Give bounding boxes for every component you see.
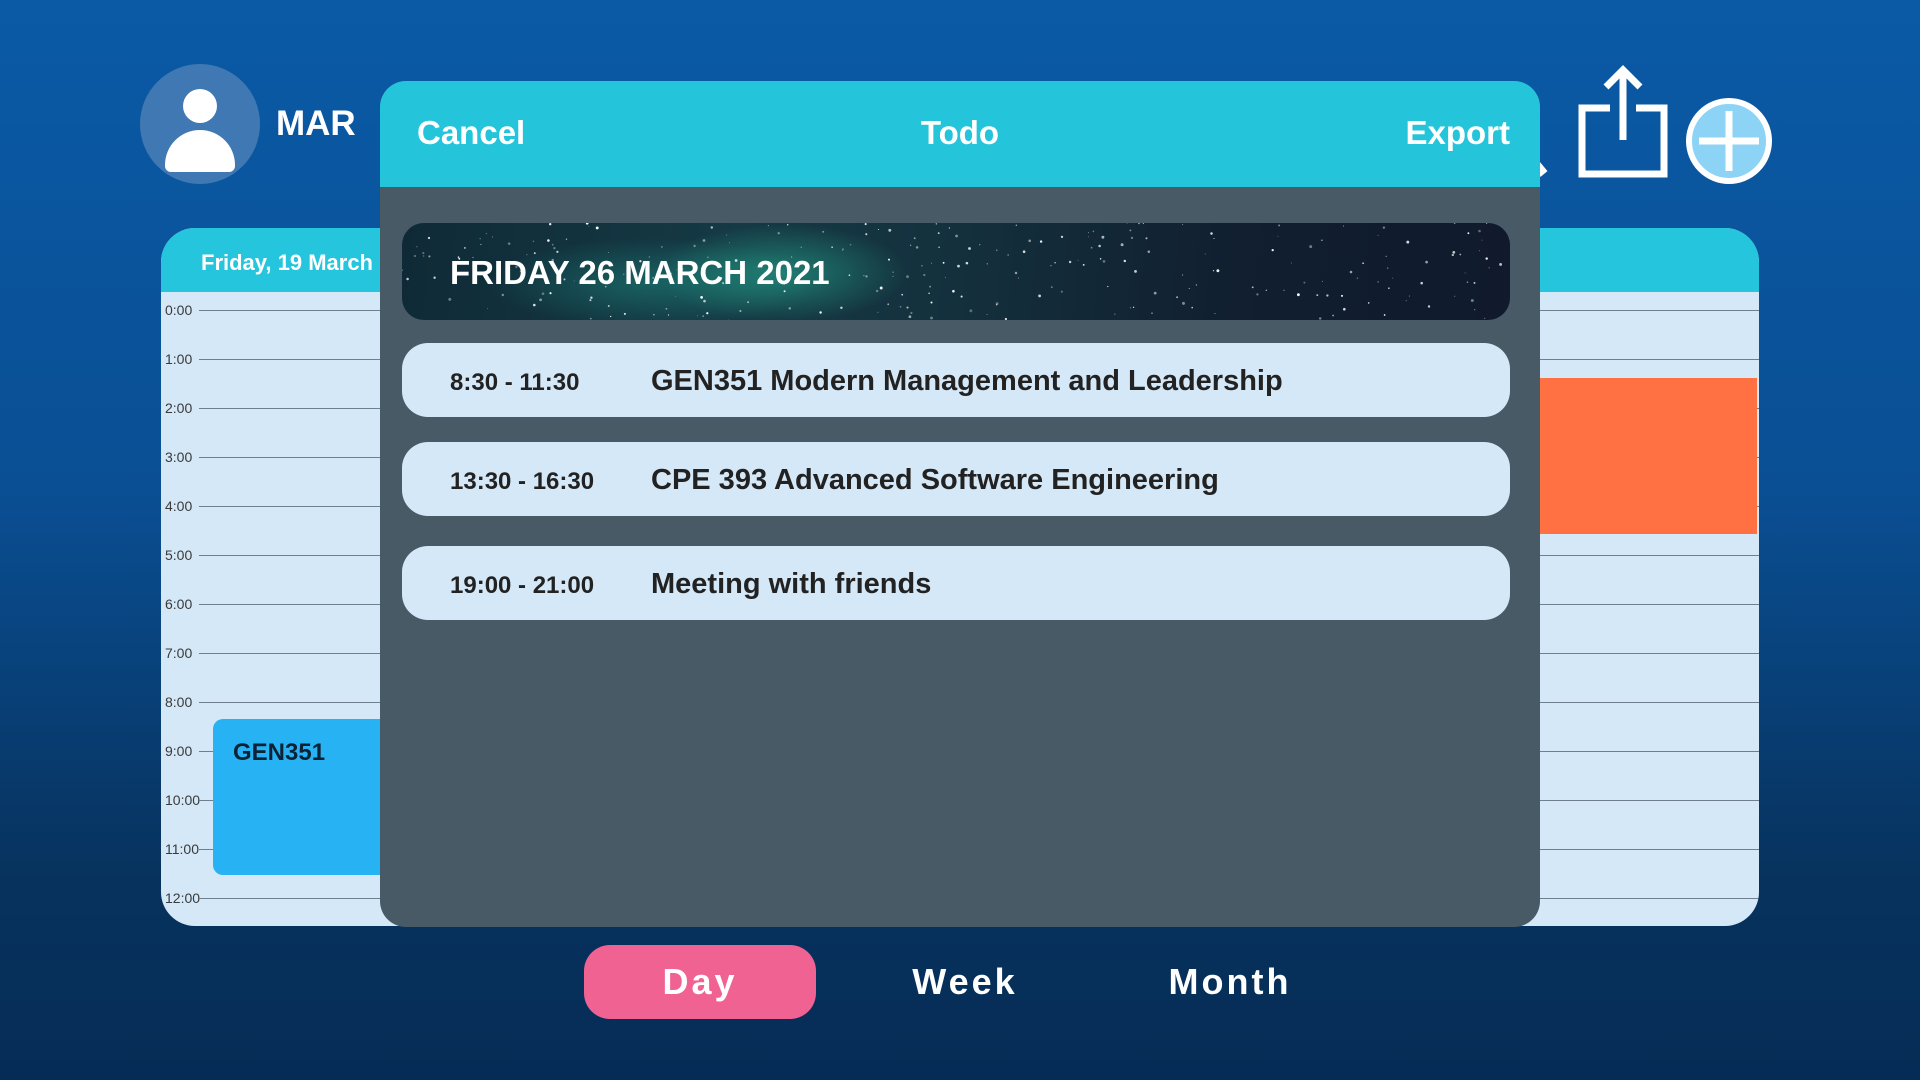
view-week-button[interactable]: Week (880, 945, 1050, 1019)
date-banner: FRIDAY 26 MARCH 2021 (402, 223, 1510, 320)
cancel-button[interactable]: Cancel (417, 114, 525, 152)
view-month-button[interactable]: Month (1145, 945, 1315, 1019)
todo-item[interactable]: 13:30 - 16:30 CPE 393 Advanced Software … (402, 442, 1510, 516)
view-day-button[interactable]: Day (584, 945, 816, 1019)
todo-title: Meeting with friends (651, 568, 932, 600)
todo-time: 13:30 - 16:30 (450, 468, 595, 495)
add-plus-circle-icon[interactable] (1685, 97, 1773, 185)
hour-label: 4:00 (165, 498, 193, 514)
modal-title: Todo (920, 114, 1000, 151)
todo-time: 19:00 - 21:00 (450, 572, 595, 599)
hour-label: 8:00 (165, 694, 193, 710)
hour-label: 11:00 (165, 841, 199, 857)
avatar-head (183, 89, 217, 123)
hour-label: 2:00 (165, 400, 193, 416)
todo-title: GEN351 Modern Management and Leadership (651, 365, 1283, 397)
hour-label: 5:00 (165, 547, 193, 563)
hour-label: 1:00 (165, 351, 193, 367)
calendar-event-block[interactable] (1531, 378, 1757, 534)
date-banner-text: FRIDAY 26 MARCH 2021 (450, 254, 830, 291)
share-export-icon[interactable] (1576, 62, 1670, 180)
todo-modal: Cancel Todo Export FRIDAY 26 MARCH 2021 … (380, 81, 1540, 927)
todo-item[interactable]: 8:30 - 11:30 GEN351 Modern Management an… (402, 343, 1510, 417)
hour-label: 12:00 (165, 890, 201, 906)
hour-label: 0:00 (165, 302, 193, 318)
event-label: GEN351 (233, 739, 326, 766)
todo-time: 8:30 - 11:30 (450, 369, 580, 396)
hour-label: 7:00 (165, 645, 193, 661)
avatar-body (165, 130, 235, 172)
todo-title: CPE 393 Advanced Software Engineering (651, 464, 1219, 496)
hour-label: 3:00 (165, 449, 193, 465)
export-button[interactable]: Export (1405, 114, 1510, 152)
modal-header: Cancel Todo Export (380, 81, 1540, 187)
month-label: MAR (276, 104, 356, 143)
hour-label: 6:00 (165, 596, 193, 612)
hour-label: 10:00 (165, 792, 201, 808)
todo-item[interactable]: 19:00 - 21:00 Meeting with friends (402, 546, 1510, 620)
user-avatar-icon[interactable] (140, 64, 260, 184)
hour-label: 9:00 (165, 743, 193, 759)
calendar-date-header: Friday, 19 March (201, 250, 373, 275)
